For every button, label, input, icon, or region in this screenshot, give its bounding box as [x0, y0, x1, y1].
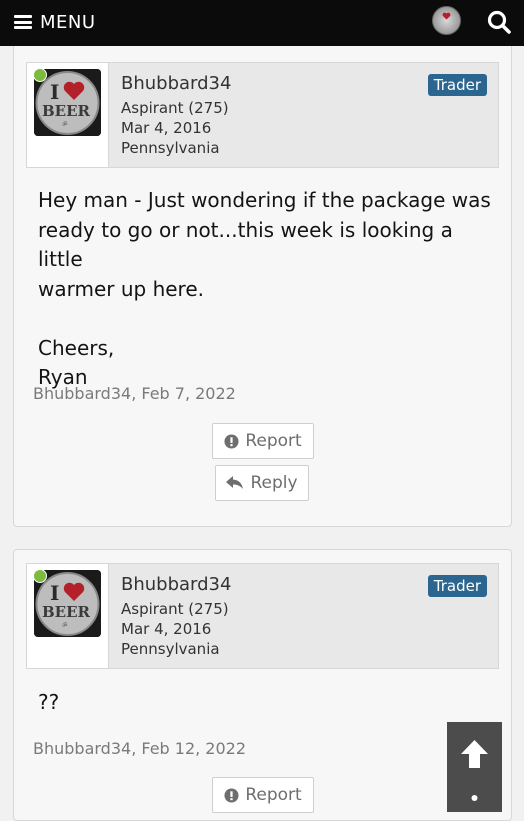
message-body: Hey man - Just wondering if the package …	[38, 186, 498, 393]
username-link[interactable]: Bhubbard34	[121, 574, 231, 595]
username-link[interactable]: Bhubbard34	[121, 73, 231, 94]
menu-button[interactable]: MENU	[14, 10, 96, 34]
arrow-up-icon	[461, 740, 488, 801]
user-details: Aspirant (275) Mar 4, 2016 Pennsylvania	[121, 599, 229, 659]
message-body: ??	[38, 690, 60, 714]
top-navigation-bar: MENU	[0, 0, 524, 46]
report-label: Report	[245, 785, 302, 805]
message-line: Hey man - Just wondering if the package …	[38, 188, 491, 212]
hamburger-icon	[14, 15, 32, 29]
alert-icon	[224, 433, 239, 449]
reply-label: Reply	[250, 473, 298, 493]
message-line: Cheers,	[38, 335, 115, 360]
svg-text:BEER: BEER	[42, 102, 91, 120]
menu-label: MENU	[40, 11, 96, 33]
avatar-cell: I BEER ॐ	[27, 63, 109, 167]
user-rank: Aspirant (275)	[121, 600, 229, 618]
svg-text:I: I	[50, 581, 59, 605]
report-label: Report	[245, 431, 302, 451]
report-button[interactable]: Report	[212, 777, 314, 813]
user-location: Pennsylvania	[121, 139, 220, 157]
trader-badge[interactable]: Trader	[427, 575, 487, 597]
message-line: ready to go or not...this week is lookin…	[38, 217, 453, 272]
svg-text:BEER: BEER	[42, 603, 91, 621]
online-status-dot	[33, 68, 47, 82]
post-meta[interactable]: Bhubbard34, Feb 12, 2022	[33, 739, 246, 758]
svg-text:I: I	[50, 80, 59, 104]
user-avatar-icon[interactable]	[432, 6, 461, 35]
search-icon[interactable]	[486, 9, 512, 35]
svg-text:ॐ: ॐ	[62, 120, 68, 128]
author-info: I BEER ॐ Bhubbard34 Aspirant (275) Mar 4…	[26, 62, 499, 168]
scroll-to-top-button[interactable]	[447, 722, 502, 812]
trader-badge[interactable]: Trader	[427, 74, 487, 96]
message-post: I BEER ॐ Bhubbard34 Aspirant (275) Mar 4…	[13, 549, 512, 821]
join-date: Mar 4, 2016	[121, 620, 212, 638]
avatar-cell: I BEER ॐ	[27, 564, 109, 668]
report-button[interactable]: Report	[212, 423, 314, 459]
user-details: Aspirant (275) Mar 4, 2016 Pennsylvania	[121, 98, 229, 158]
alert-icon	[224, 787, 239, 803]
post-meta[interactable]: Bhubbard34, Feb 7, 2022	[33, 384, 236, 403]
message-line: warmer up here.	[38, 276, 205, 301]
author-info: I BEER ॐ Bhubbard34 Aspirant (275) Mar 4…	[26, 563, 499, 669]
reply-arrow-icon	[226, 476, 244, 489]
user-rank: Aspirant (275)	[121, 99, 229, 117]
user-location: Pennsylvania	[121, 640, 220, 658]
svg-text:ॐ: ॐ	[62, 621, 68, 629]
join-date: Mar 4, 2016	[121, 119, 212, 137]
message-post: I BEER ॐ Bhubbard34 Aspirant (275) Mar 4…	[13, 46, 512, 527]
reply-button[interactable]: Reply	[215, 465, 309, 501]
online-status-dot	[33, 569, 47, 583]
message-line	[38, 304, 498, 334]
